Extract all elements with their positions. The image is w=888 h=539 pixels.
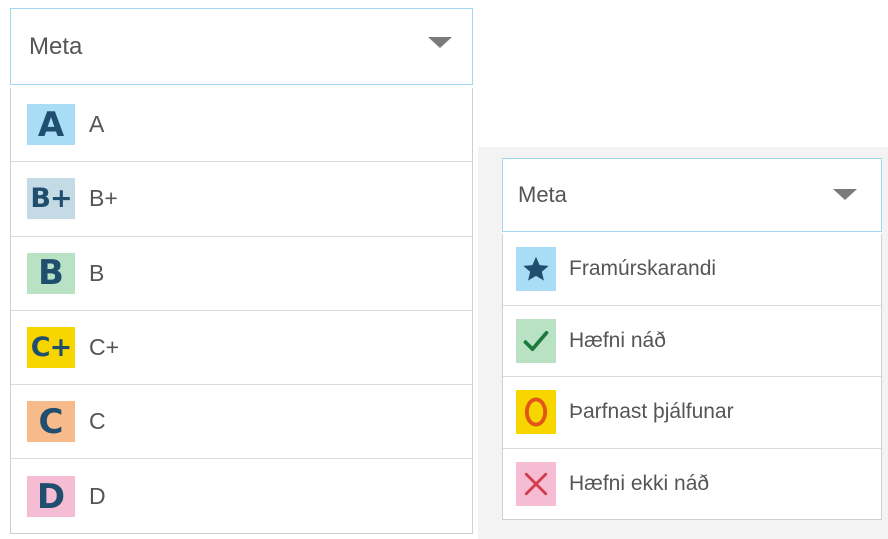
letter-grade-select[interactable]: Meta <box>10 8 473 85</box>
option-label: D <box>89 483 106 510</box>
grade-b-badge: B <box>27 252 75 294</box>
grade-d-badge: D <box>27 476 75 518</box>
checkmark-icon <box>516 318 556 363</box>
star-icon <box>516 247 556 292</box>
grade-c-badge: C <box>27 401 75 443</box>
option-grade-a[interactable]: A A <box>11 88 472 163</box>
option-label: Hæfni náð <box>569 328 666 352</box>
option-outstanding[interactable]: Framúrskarandi <box>503 234 881 306</box>
option-label: C+ <box>89 334 120 361</box>
option-not-achieved[interactable]: Hæfni ekki náð <box>503 449 881 521</box>
select-placeholder: Meta <box>518 182 567 207</box>
option-label: Hæfni ekki náð <box>569 472 710 496</box>
option-label: Þarfnast þjálfunar <box>569 400 734 424</box>
grade-c-plus-badge: C+ <box>27 327 75 369</box>
circle-o-icon <box>516 390 556 435</box>
option-label: Framúrskarandi <box>569 257 717 281</box>
letter-grade-dropdown: Meta A A B+ B+ B B C+ C+ C C D D <box>10 8 473 534</box>
caret-down-icon[interactable] <box>833 189 857 200</box>
option-label: C <box>89 408 106 435</box>
option-grade-b-plus[interactable]: B+ B+ <box>11 162 472 237</box>
cross-icon <box>516 462 556 507</box>
letter-grade-options: A A B+ B+ B B C+ C+ C C D D <box>10 88 473 534</box>
competency-options: Framúrskarandi Hæfni náð Þarfnast þjálfu… <box>502 234 882 520</box>
option-label: A <box>89 111 105 138</box>
option-label: B <box>89 259 105 286</box>
option-achieved[interactable]: Hæfni náð <box>503 306 881 377</box>
option-grade-c[interactable]: C C <box>11 385 472 460</box>
option-grade-c-plus[interactable]: C+ C+ <box>11 311 472 386</box>
option-needs-practice[interactable]: Þarfnast þjálfunar <box>503 377 881 449</box>
option-grade-d[interactable]: D D <box>11 459 472 533</box>
competency-dropdown: Meta Framúrskarandi Hæfni náð Þarfnast þ… <box>502 158 882 520</box>
option-grade-b[interactable]: B B <box>11 237 472 311</box>
option-label: B+ <box>89 185 118 212</box>
grade-a-badge: A <box>27 104 75 146</box>
grade-b-plus-badge: B+ <box>27 178 75 220</box>
select-placeholder: Meta <box>29 32 83 60</box>
caret-down-icon[interactable] <box>428 37 452 48</box>
competency-select[interactable]: Meta <box>502 158 882 232</box>
